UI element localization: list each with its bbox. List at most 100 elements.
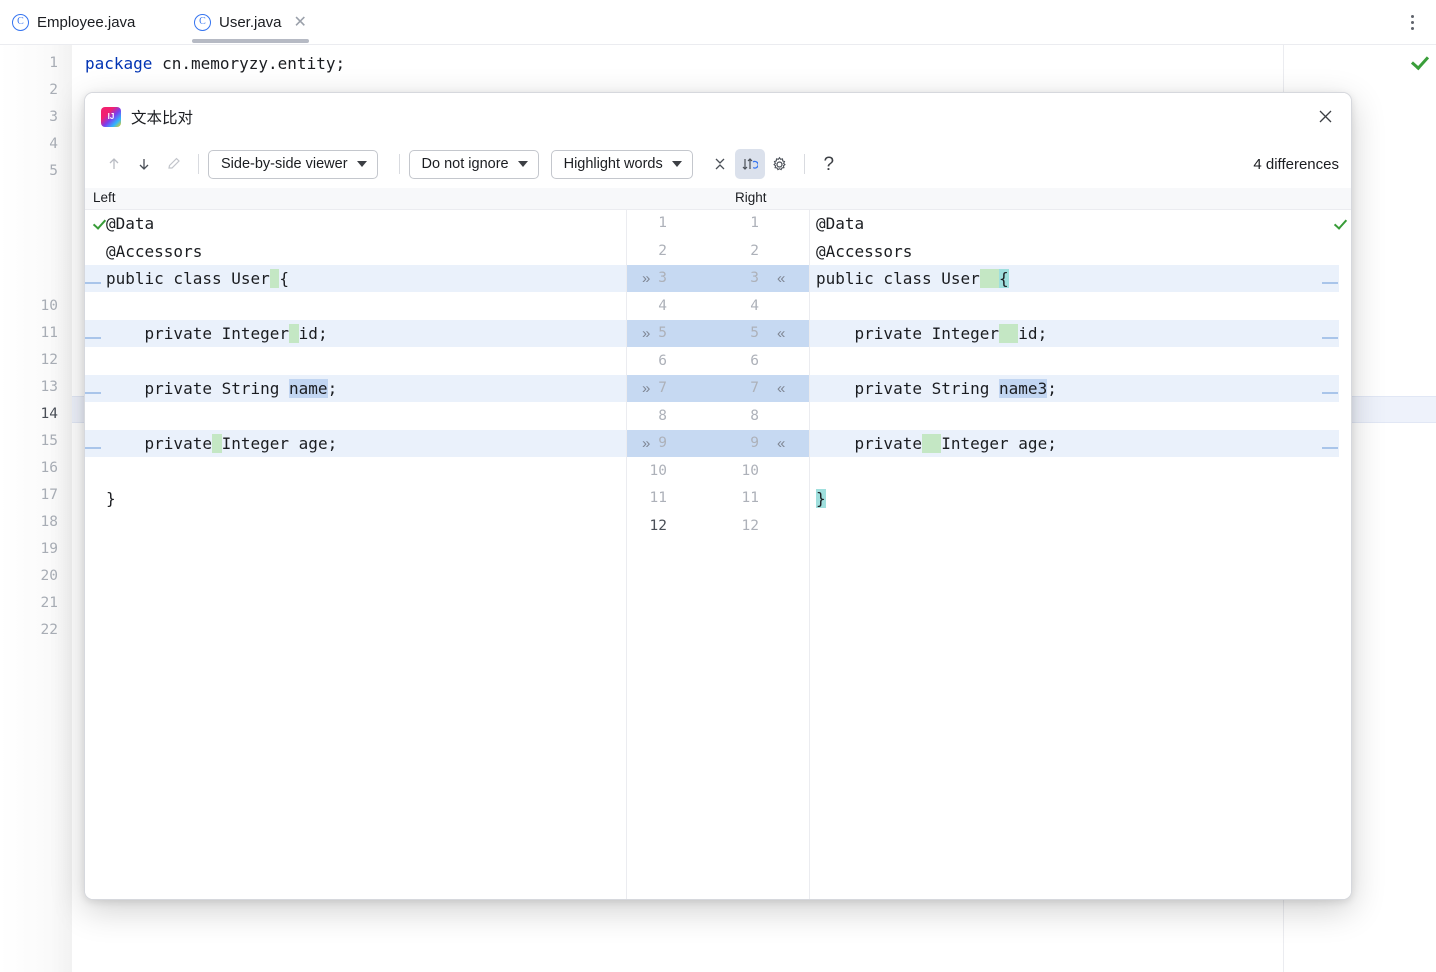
right-line-number: 9 [719,430,759,457]
inline-insert-marker [289,324,299,343]
right-change-marker [1322,447,1338,449]
right-line-number: 12 [719,513,759,540]
left-line-number: 12 [627,513,667,540]
synchronize-scrolling-button[interactable] [735,149,765,179]
apply-to-right-button[interactable]: » [642,430,650,457]
editor-line-number: 14 [8,401,58,428]
inline-insert-marker [270,269,280,288]
diff-row[interactable] [85,485,1351,512]
editor-line-number: 19 [8,536,58,563]
editor-line-number: 10 [8,293,58,320]
inline-insert-marker [980,269,999,288]
left-pane-ok-icon [93,217,107,236]
inline-insert-marker [999,324,1018,343]
code-text: @Accessors [106,242,202,261]
code-text: Integer age; [222,434,338,453]
chevron-down-icon [518,161,528,167]
right-line-number: 10 [719,458,759,485]
previous-difference-button[interactable] [99,149,129,179]
arrow-up-icon [106,156,122,172]
right-pane-ok-icon [1334,217,1348,236]
code-text: id; [299,324,328,343]
help-button[interactable]: ? [814,149,844,179]
diff-row[interactable] [85,293,1351,320]
right-line-number: 5 [719,320,759,347]
right-line-number: 6 [719,348,759,375]
left-line-number: 2 [627,238,667,265]
chevron-down-icon [357,161,367,167]
diff-row[interactable] [85,513,1351,540]
right-change-marker [1322,392,1338,394]
editor-line-number: 1 [8,50,58,77]
diff-row[interactable] [85,210,1351,237]
inspection-ok-icon[interactable] [1412,53,1426,72]
apply-to-right-button[interactable]: » [642,320,650,347]
code-text: private [106,434,212,453]
code-text: public class User [106,269,270,288]
right-pane-scrollbar[interactable] [1339,210,1351,899]
code-text: private Integer [816,324,999,343]
right-line-number: 4 [719,293,759,320]
editor-line-number: 15 [8,428,58,455]
left-change-marker [85,392,101,394]
diff-row[interactable] [85,348,1351,375]
editor-line-number: 18 [8,509,58,536]
editor-line-number: 11 [8,320,58,347]
apply-to-right-button[interactable]: » [642,265,650,292]
dialog-close-button[interactable] [1311,102,1339,130]
editor-gutter: 1234510111213141516171819202122 [0,45,72,972]
diff-row[interactable] [85,458,1351,485]
word-diff-highlight: name [289,379,328,398]
right-code-line: private Integer age; [816,430,1057,457]
toolbar-divider [399,154,400,174]
left-code-line: private Integer id; [106,320,328,347]
editor-line-number: 21 [8,590,58,617]
editor-line-number: 16 [8,455,58,482]
arrow-down-icon [136,156,152,172]
left-pane-divider [626,210,627,899]
apply-to-left-button[interactable]: « [777,320,785,347]
code-text: ; [328,379,338,398]
code-text: ; [1047,379,1057,398]
chevron-down-icon [672,161,682,167]
viewer-mode-dropdown[interactable]: Side-by-side viewer [208,150,378,179]
editor-tab-employee[interactable]: C Employee.java [0,0,147,45]
more-options-icon[interactable] [1398,8,1426,36]
code-text: private String [816,379,999,398]
editor-line-number: 4 [8,131,58,158]
right-line-number: 3 [719,265,759,292]
editor-line-number: 20 [8,563,58,590]
code-text: private String [106,379,289,398]
gear-icon [771,156,788,173]
keyword-package: package [85,54,152,73]
diff-row[interactable] [85,238,1351,265]
apply-to-left-button[interactable]: « [777,265,785,292]
right-line-number: 8 [719,403,759,430]
editor-line-number: 13 [8,374,58,401]
apply-to-right-button[interactable]: » [642,375,650,402]
editor-line-number: 5 [8,158,58,185]
edit-button[interactable] [159,149,189,179]
highlight-mode-dropdown[interactable]: Highlight words [551,150,693,179]
question-mark-icon: ? [823,155,834,174]
diff-row[interactable] [85,403,1351,430]
left-line-number: 6 [627,348,667,375]
viewer-mode-label: Side-by-side viewer [221,156,348,172]
apply-to-left-button[interactable]: « [777,430,785,457]
collapse-unchanged-button[interactable] [705,149,735,179]
dialog-title: 文本比对 [131,106,193,128]
left-pane-header: Left [93,190,116,205]
caret-highlight: } [816,489,826,508]
inline-insert-marker [922,434,941,453]
close-icon[interactable]: ✕ [290,15,307,31]
right-line-number: 1 [719,210,759,237]
editor-tab-user[interactable]: C User.java ✕ [182,0,319,45]
diff-settings-button[interactable] [765,149,795,179]
apply-to-left-button[interactable]: « [777,375,785,402]
left-code-line: private String name; [106,375,337,402]
package-name: cn.memoryzy.entity; [152,54,345,73]
toolbar-divider [804,154,805,174]
next-difference-button[interactable] [129,149,159,179]
ignore-policy-dropdown[interactable]: Do not ignore [409,150,539,179]
close-icon [1318,109,1333,124]
